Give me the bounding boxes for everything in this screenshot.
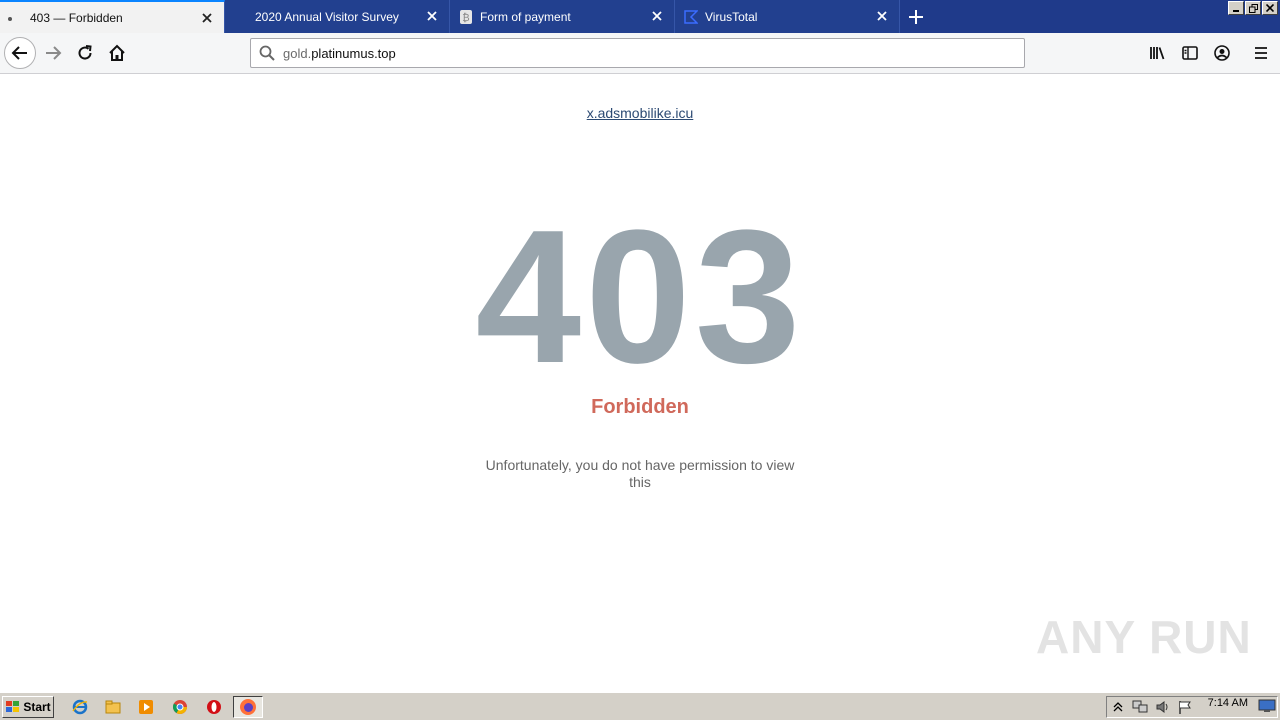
- volume-icon: [1156, 701, 1168, 713]
- address-bar[interactable]: gold.platinumus.top: [250, 38, 1025, 68]
- arrow-right-icon: [46, 46, 62, 60]
- opera-icon[interactable]: [204, 698, 224, 716]
- close-window-button[interactable]: [1262, 1, 1278, 15]
- chrome-icon[interactable]: [170, 698, 190, 716]
- home-button[interactable]: [101, 37, 133, 69]
- tab-form-of-payment[interactable]: ₿ Form of payment: [450, 0, 675, 33]
- arrow-left-icon: [11, 46, 27, 60]
- tab-close-icon[interactable]: [650, 9, 664, 23]
- error-message: Unfortunately, you do not have permissio…: [485, 457, 795, 490]
- menu-button[interactable]: [1245, 37, 1277, 69]
- bitcoin-favicon-icon: ₿: [459, 10, 473, 24]
- internet-explorer-icon[interactable]: [70, 698, 90, 716]
- system-tray: [1106, 696, 1278, 718]
- tab-title: VirusTotal: [705, 9, 758, 24]
- back-button[interactable]: [4, 37, 36, 69]
- sidebar-button[interactable]: [1174, 37, 1206, 69]
- tab-close-icon[interactable]: [200, 11, 214, 25]
- virustotal-favicon-icon: [684, 10, 699, 24]
- search-icon: [251, 45, 283, 61]
- desktop-icon: [1258, 699, 1276, 712]
- url-text: gold.platinumus.top: [283, 46, 396, 61]
- windows-logo-icon: [6, 701, 20, 712]
- tab-visitor-survey[interactable]: 2020 Annual Visitor Survey: [225, 0, 450, 33]
- action-center-flag-icon: [1179, 701, 1191, 714]
- navigation-toolbar: gold.platinumus.top: [0, 33, 1280, 74]
- forward-button[interactable]: [37, 37, 69, 69]
- tab-403-forbidden[interactable]: 403 — Forbidden: [0, 0, 225, 33]
- sidebar-icon: [1182, 46, 1198, 60]
- tab-title: Form of payment: [480, 9, 571, 24]
- reload-icon: [78, 45, 92, 60]
- library-icon: [1150, 47, 1165, 60]
- new-tab-button[interactable]: [900, 0, 932, 33]
- firefox-icon: [240, 699, 256, 715]
- tab-close-icon[interactable]: [425, 9, 439, 23]
- tab-loading-dot-icon: [8, 17, 12, 21]
- home-icon: [109, 44, 125, 61]
- page-content: x.adsmobilike.icu 403 Forbidden Unfortun…: [0, 74, 1280, 692]
- tab-title: 403 — Forbidden: [30, 10, 123, 25]
- tab-strip: 403 — Forbidden 2020 Annual Visitor Surv…: [0, 0, 1280, 33]
- error-code: 403: [475, 191, 805, 403]
- start-label: Start: [23, 700, 51, 714]
- firefox-taskbar-button[interactable]: [233, 696, 263, 718]
- show-desktop-button[interactable]: [1258, 699, 1276, 713]
- hamburger-menu-icon: [1255, 47, 1267, 59]
- library-button[interactable]: [1142, 37, 1174, 69]
- file-explorer-icon[interactable]: [103, 698, 123, 716]
- tab-virustotal[interactable]: VirusTotal: [675, 0, 900, 33]
- url-subdomain: gold.: [283, 45, 312, 61]
- network-icon: [1132, 700, 1148, 713]
- error-status: Forbidden: [591, 396, 689, 418]
- media-player-icon[interactable]: [136, 698, 156, 716]
- url-domain: platinumus.top: [311, 45, 396, 61]
- account-button[interactable]: [1206, 37, 1238, 69]
- account-icon: [1214, 45, 1230, 61]
- anyrun-watermark: ANY RUN: [1036, 611, 1252, 663]
- redirect-link[interactable]: x.adsmobilike.icu: [0, 105, 1280, 121]
- tab-close-icon[interactable]: [875, 9, 889, 23]
- plus-icon: [909, 9, 923, 24]
- taskbar-clock[interactable]: 7:14 AM: [1208, 697, 1248, 709]
- restore-button[interactable]: [1245, 1, 1261, 15]
- start-button[interactable]: Start: [2, 696, 54, 718]
- window-controls: [1228, 1, 1278, 15]
- minimize-button[interactable]: [1228, 1, 1244, 15]
- show-hidden-icons-chevron-icon: [1113, 702, 1123, 712]
- reload-button[interactable]: [69, 37, 101, 69]
- svg-text:₿: ₿: [462, 12, 469, 24]
- tab-title: 2020 Annual Visitor Survey: [255, 9, 399, 24]
- windows-taskbar: Start 7:14 AM: [0, 692, 1280, 720]
